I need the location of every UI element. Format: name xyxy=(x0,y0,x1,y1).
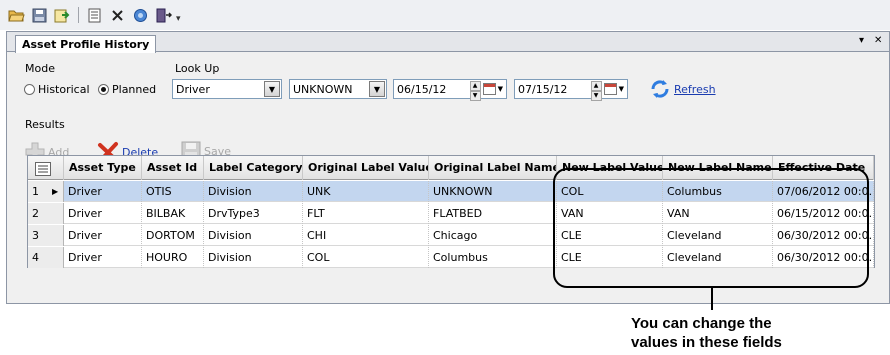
refresh-button[interactable]: Refresh xyxy=(649,78,716,100)
callout-text-line-2: values in these fields xyxy=(631,334,782,351)
spinner-icon[interactable]: ▲ ▼ xyxy=(590,81,602,101)
radio-historical-circle[interactable] xyxy=(24,84,35,95)
date-from-value: 06/15/12 xyxy=(397,82,447,96)
calendar-icon[interactable] xyxy=(603,83,617,95)
col-original-label-value[interactable]: Original Label Value xyxy=(303,156,429,180)
row-number: 3 xyxy=(28,225,64,246)
exit-door-icon[interactable] xyxy=(155,7,172,24)
col-asset-id[interactable]: Asset Id xyxy=(142,156,204,180)
refresh-link[interactable]: Refresh xyxy=(674,83,716,96)
globe-icon[interactable] xyxy=(132,7,149,24)
lookup-type-value: Driver xyxy=(176,82,210,96)
cell-original-label-value[interactable]: CHI xyxy=(303,225,429,246)
row-number: 2 xyxy=(28,203,64,224)
cell-original-label-name[interactable]: UNKNOWN xyxy=(429,181,557,202)
callout-text-line-1: You can change the xyxy=(631,315,772,332)
chevron-down-icon[interactable]: ▼ xyxy=(619,85,624,93)
calendar-icon[interactable] xyxy=(482,83,496,95)
cell-label-category[interactable]: Division xyxy=(204,181,303,202)
cell-asset-type[interactable]: Driver xyxy=(64,181,142,202)
cell-asset-id[interactable]: OTIS xyxy=(142,181,204,202)
row-number: 4 xyxy=(28,247,64,268)
cell-asset-id[interactable]: HOURO xyxy=(142,247,204,268)
cell-original-label-value[interactable]: COL xyxy=(303,247,429,268)
cell-asset-id[interactable]: BILBAK xyxy=(142,203,204,224)
date-to-value: 07/15/12 xyxy=(518,82,568,96)
row-number: 1 ▶ xyxy=(28,181,64,202)
list-icon[interactable] xyxy=(86,7,103,24)
cell-asset-type[interactable]: Driver xyxy=(64,247,142,268)
column-chooser-icon[interactable] xyxy=(28,156,64,180)
cell-label-category[interactable]: Division xyxy=(204,247,303,268)
lookup-label: Look Up xyxy=(175,62,220,75)
toolbar-overflow-icon[interactable]: ▾ xyxy=(176,14,181,24)
export-icon[interactable] xyxy=(54,7,71,24)
col-asset-type[interactable]: Asset Type xyxy=(64,156,142,180)
row-pointer-icon: ▶ xyxy=(52,187,59,196)
lookup-type-select[interactable]: Driver ▼ xyxy=(172,79,282,99)
cell-asset-type[interactable]: Driver xyxy=(64,225,142,246)
pin-dropdown-icon[interactable]: ▾ xyxy=(859,35,864,46)
chevron-down-icon[interactable]: ▼ xyxy=(369,81,385,97)
results-label: Results xyxy=(25,118,65,131)
callout-text: You can change the values in these field… xyxy=(631,314,861,352)
radio-historical[interactable]: Historical xyxy=(24,83,90,96)
chevron-down-icon[interactable]: ▼ xyxy=(498,85,503,93)
date-to-picker[interactable]: 07/15/12 ▲ ▼ ▼ xyxy=(514,79,628,101)
refresh-icon xyxy=(651,80,669,98)
radio-planned-circle[interactable] xyxy=(98,84,109,95)
cell-original-label-name[interactable]: Columbus xyxy=(429,247,557,268)
tab-asset-profile-history[interactable]: Asset Profile History xyxy=(15,35,157,53)
cell-original-label-value[interactable]: FLT xyxy=(303,203,429,224)
cell-original-label-name[interactable]: FLATBED xyxy=(429,203,557,224)
open-folder-icon[interactable] xyxy=(8,7,25,24)
cell-asset-type[interactable]: Driver xyxy=(64,203,142,224)
cell-label-category[interactable]: DrvType3 xyxy=(204,203,303,224)
date-from-picker[interactable]: 06/15/12 ▲ ▼ ▼ xyxy=(393,79,507,101)
lookup-id-value: UNKNOWN xyxy=(293,82,353,96)
callout-outline xyxy=(553,168,869,288)
spinner-icon[interactable]: ▲ ▼ xyxy=(469,81,481,101)
radio-planned[interactable]: Planned xyxy=(98,83,156,96)
cell-label-category[interactable]: Division xyxy=(204,225,303,246)
close-window-icon[interactable]: ✕ xyxy=(874,35,882,46)
mode-label: Mode xyxy=(25,62,55,75)
save-icon[interactable] xyxy=(31,7,48,24)
chevron-down-icon[interactable]: ▼ xyxy=(264,81,280,97)
main-toolbar: ▾ xyxy=(0,0,890,30)
radio-planned-label: Planned xyxy=(112,83,157,96)
callout-pointer-line xyxy=(711,288,713,310)
radio-historical-label: Historical xyxy=(38,83,90,96)
tab-strip: Asset Profile History ▾ ✕ xyxy=(7,32,889,53)
close-x-icon[interactable] xyxy=(109,7,126,24)
lookup-id-select[interactable]: UNKNOWN ▼ xyxy=(289,79,387,99)
col-original-label-name[interactable]: Original Label Name xyxy=(429,156,557,180)
cell-original-label-value[interactable]: UNK xyxy=(303,181,429,202)
col-label-category[interactable]: Label Category xyxy=(204,156,303,180)
toolbar-separator xyxy=(78,7,79,23)
cell-original-label-name[interactable]: Chicago xyxy=(429,225,557,246)
cell-asset-id[interactable]: DORTOM xyxy=(142,225,204,246)
